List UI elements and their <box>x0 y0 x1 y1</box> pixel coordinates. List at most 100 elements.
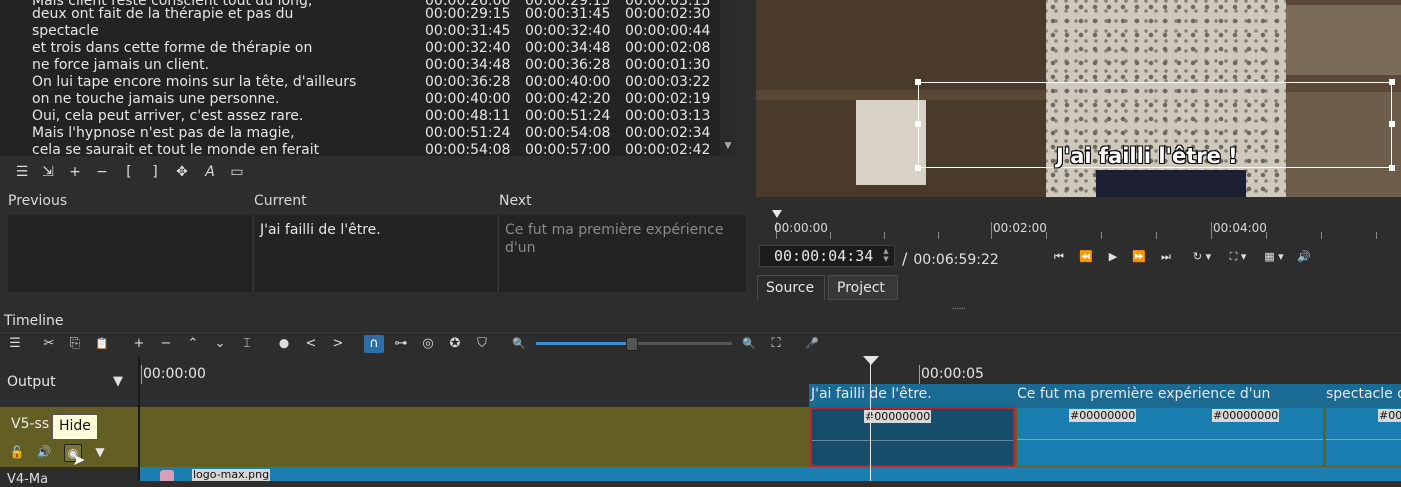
zoom-in-icon[interactable]: 🔍 <box>740 335 758 353</box>
player-playhead-icon[interactable] <box>772 210 782 220</box>
split-icon[interactable]: ⌶ <box>238 335 256 353</box>
video-preview[interactable]: J'ai failli l'être ! <box>756 0 1401 197</box>
previous-text-box[interactable] <box>8 215 252 292</box>
subtitle-out: 00:00:51:24 <box>525 108 611 124</box>
previous-marker-icon[interactable]: < <box>302 335 320 353</box>
overwrite-icon[interactable]: ⌄ <box>211 335 229 353</box>
resize-handle[interactable] <box>1389 165 1395 171</box>
track-filter-icon[interactable]: ▼ <box>92 444 108 460</box>
clip-divider <box>1017 439 1323 440</box>
add-icon[interactable]: + <box>66 163 84 181</box>
subtitle-out: 00:00:32:40 <box>525 23 611 39</box>
subtitle-in: 00:00:32:40 <box>425 40 511 56</box>
subtitle-list-scrollbar[interactable] <box>720 0 737 156</box>
subtitle-text: et trois dans cette forme de thérapie on <box>32 40 313 56</box>
cut-icon[interactable]: ✂ <box>40 335 58 353</box>
timecode-input[interactable]: 00:00:04:34 <box>759 245 895 267</box>
zoom-out-icon[interactable]: 🔍 <box>510 335 528 353</box>
subtitle-row[interactable]: deux ont fait de la thérapie et pas du 0… <box>0 6 720 23</box>
ripple-all-icon[interactable]: ✪ <box>446 335 464 353</box>
subtitle-row[interactable]: cela se saurait et tout le monde en fera… <box>0 142 720 156</box>
copy-icon[interactable]: ⎘ <box>66 335 84 353</box>
total-duration: / 00:06:59:22 <box>902 249 999 268</box>
subtitle-row[interactable]: Oui, cela peut arriver, c'est assez rare… <box>0 108 720 125</box>
rewind-icon[interactable]: ⏪ <box>1077 248 1095 266</box>
subtitle-list[interactable]: Mais client reste conscient tout du long… <box>0 0 737 156</box>
resize-handle[interactable] <box>1389 121 1395 127</box>
ripple-markers-icon[interactable]: ⛉ <box>473 335 491 353</box>
set-end-icon[interactable]: ] <box>146 163 164 181</box>
ripple-icon[interactable]: ◎ <box>419 335 437 353</box>
scroll-down-icon[interactable]: ▼ <box>722 141 734 153</box>
timeline-ruler[interactable] <box>140 357 1401 384</box>
skip-previous-icon[interactable]: ⏮ <box>1050 248 1068 266</box>
subtitle-row[interactable]: spectacle 00:00:31:45 00:00:32:40 00:00:… <box>0 23 720 40</box>
filter-icon[interactable]: ▼ <box>113 374 123 389</box>
resize-handle[interactable] <box>915 79 921 85</box>
resize-handle[interactable] <box>1389 79 1395 85</box>
next-marker-icon[interactable]: > <box>329 335 347 353</box>
subtitle-clip[interactable]: Ce fut ma première expérience d'un <box>1015 384 1324 407</box>
total-timecode: 00:06:59:22 <box>913 252 999 268</box>
splitter-grip[interactable]: ...... <box>952 301 966 312</box>
subtitle-duration: 00:00:02:19 <box>625 91 711 107</box>
lift-icon[interactable]: ⌃ <box>184 335 202 353</box>
mute-icon[interactable]: 🔊 <box>36 444 52 460</box>
subtitle-row[interactable]: Mais l'hypnose n'est pas de la magie, 00… <box>0 125 720 142</box>
subtitle-clip[interactable]: spectacle d <box>1324 384 1401 407</box>
subtitle-row[interactable]: On lui tape encore moins sur la tête, d'… <box>0 74 720 91</box>
next-text-box[interactable]: Ce fut ma première expérience d'un <box>498 215 746 292</box>
timecode-spinner-icon[interactable]: ▲ ▼ <box>880 247 892 265</box>
snap-magnet-icon[interactable]: ∩ <box>364 335 384 353</box>
ripple-delete-icon[interactable]: − <box>157 335 175 353</box>
v5-clip-selected[interactable]: #00000000 <box>810 407 1015 467</box>
set-start-icon[interactable]: [ <box>120 163 138 181</box>
play-icon[interactable]: ▶ <box>1104 248 1122 266</box>
subtitle-in: 00:00:51:24 <box>425 125 511 141</box>
menu-icon[interactable]: ☰ <box>13 163 31 181</box>
zoom-fit-timeline-icon[interactable]: ⛶ <box>767 335 785 353</box>
timeline-playhead-handle-icon[interactable] <box>863 356 879 365</box>
import-icon[interactable]: ⇲ <box>39 163 57 181</box>
next-label: Next <box>499 193 532 209</box>
subtitle-clip[interactable]: J'ai failli de l'être. <box>809 384 1015 407</box>
subtitle-row[interactable]: et trois dans cette forme de thérapie on… <box>0 40 720 57</box>
zoom-fit-icon[interactable]: ⛶ ▾ <box>1222 248 1254 266</box>
marker-icon[interactable]: ⬤ <box>275 335 293 353</box>
skip-next-icon[interactable]: ⏭ <box>1157 248 1175 266</box>
tab-source[interactable]: Source <box>757 275 825 300</box>
resize-handle[interactable] <box>915 121 921 127</box>
subtitle-text: On lui tape encore moins sur la tête, d'… <box>32 74 357 90</box>
zoom-slider-handle[interactable] <box>626 337 638 351</box>
v4-track[interactable] <box>140 467 1401 481</box>
grid-icon[interactable]: ▦ ▾ <box>1258 248 1290 266</box>
record-audio-icon[interactable]: 🎤 <box>803 335 821 353</box>
v5-clip[interactable]: #00 <box>1326 408 1401 466</box>
subtitle-row[interactable]: ne force jamais un client. 00:00:34:48 0… <box>0 57 720 74</box>
volume-icon[interactable]: 🔊 <box>1295 248 1313 266</box>
clip-tag: #00 <box>1378 409 1401 422</box>
v5-clip[interactable]: #00000000 #00000000 <box>1017 408 1323 466</box>
lock-icon[interactable]: 🔓 <box>9 444 25 460</box>
timeline-menu-icon[interactable]: ☰ <box>6 335 24 353</box>
subtitle-duration: 00:00:02:42 <box>625 142 711 156</box>
tab-project[interactable]: Project <box>828 275 898 300</box>
subtitle-text: spectacle <box>32 23 99 39</box>
fast-forward-icon[interactable]: ⏩ <box>1130 248 1148 266</box>
move-icon[interactable]: ✥ <box>173 163 191 181</box>
remove-icon[interactable]: − <box>93 163 111 181</box>
paste-icon[interactable]: 📋 <box>93 335 111 353</box>
player-ruler[interactable] <box>756 208 1401 240</box>
subtitle-out: 00:00:36:28 <box>525 57 611 73</box>
loop-icon[interactable]: ↻ ▾ <box>1186 248 1218 266</box>
timeline-playhead[interactable] <box>870 360 871 481</box>
ruler-label: 00:04:00 <box>1213 221 1267 235</box>
text-icon[interactable]: A <box>201 163 219 181</box>
current-text-box[interactable]: J'ai failli de l'être. <box>253 215 497 292</box>
burn-in-icon[interactable]: ▭ <box>228 163 246 181</box>
resize-handle[interactable] <box>915 165 921 171</box>
scrub-icon[interactable]: ⊶ <box>392 335 410 353</box>
subtitle-row[interactable]: on ne touche jamais une personne. 00:00:… <box>0 91 720 108</box>
ruler-tick <box>991 222 992 239</box>
append-icon[interactable]: + <box>130 335 148 353</box>
